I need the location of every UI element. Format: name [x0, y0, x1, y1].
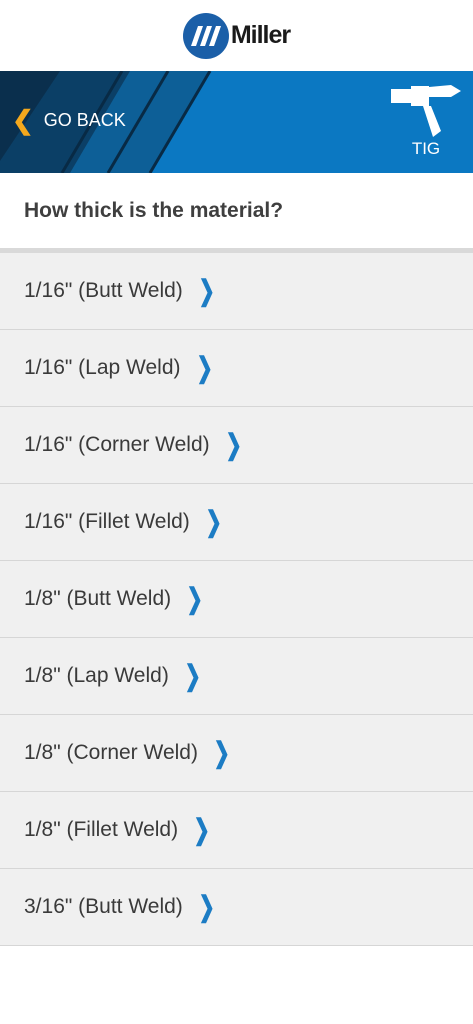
option-label: 1/16" (Lap Weld)	[24, 356, 181, 379]
option-label: 1/8" (Corner Weld)	[24, 741, 198, 764]
option-label: 1/8" (Lap Weld)	[24, 664, 169, 687]
miller-logo-text: Miller	[230, 21, 291, 49]
option-label: 1/16" (Fillet Weld)	[24, 510, 190, 533]
option-item-1[interactable]: 1/16" (Butt Weld) ❯	[0, 253, 473, 330]
option-label: 1/8" (Fillet Weld)	[24, 818, 179, 841]
chevron-right-icon: ❯	[205, 506, 222, 537]
option-item-6[interactable]: 1/8" (Lap Weld) ❯	[0, 638, 473, 715]
option-label: 1/16" (Butt Weld)	[24, 279, 183, 302]
header-banner: ❮ GO BACK TIG	[0, 71, 473, 173]
option-item-7[interactable]: 1/8" (Corner Weld) ❯	[0, 715, 473, 792]
miller-logo-mark-icon	[182, 12, 229, 59]
question-heading: How thick is the material?	[0, 173, 473, 253]
chevron-right-icon: ❯	[213, 737, 230, 768]
logo-bar: Miller	[0, 0, 473, 71]
chevron-left-icon: ❮	[12, 105, 34, 135]
chevron-right-icon: ❯	[196, 352, 213, 383]
chevron-right-icon: ❯	[198, 891, 215, 922]
chevron-right-icon: ❯	[193, 814, 211, 845]
chevron-right-icon: ❯	[184, 660, 201, 691]
option-item-9[interactable]: 3/16" (Butt Weld) ❯	[0, 869, 473, 946]
chevron-right-icon: ❯	[198, 275, 215, 306]
go-back-button[interactable]: ❮ GO BACK	[12, 107, 126, 133]
option-item-2[interactable]: 1/16" (Lap Weld) ❯	[0, 330, 473, 407]
option-label: 3/16" (Butt Weld)	[24, 895, 183, 918]
option-item-4[interactable]: 1/16" (Fillet Weld) ❯	[0, 484, 473, 561]
process-label: TIG	[411, 139, 441, 158]
option-label: 1/16" (Corner Weld)	[24, 433, 210, 456]
chevron-right-icon: ❯	[225, 429, 242, 460]
option-label: 1/8" (Butt Weld)	[24, 587, 172, 610]
option-item-8[interactable]: 1/8" (Fillet Weld) ❯	[0, 792, 473, 869]
chevron-right-icon: ❯	[186, 583, 204, 614]
option-item-3[interactable]: 1/16" (Corner Weld) ❯	[0, 407, 473, 484]
process-indicator: TIG	[389, 81, 463, 159]
miller-logo: Miller	[182, 12, 291, 59]
thickness-options-list: 1/16" (Butt Weld) ❯ 1/16" (Lap Weld) ❯ 1…	[0, 253, 473, 946]
go-back-label: GO BACK	[43, 109, 126, 130]
option-item-5[interactable]: 1/8" (Butt Weld) ❯	[0, 561, 473, 638]
tig-torch-icon	[391, 85, 461, 137]
